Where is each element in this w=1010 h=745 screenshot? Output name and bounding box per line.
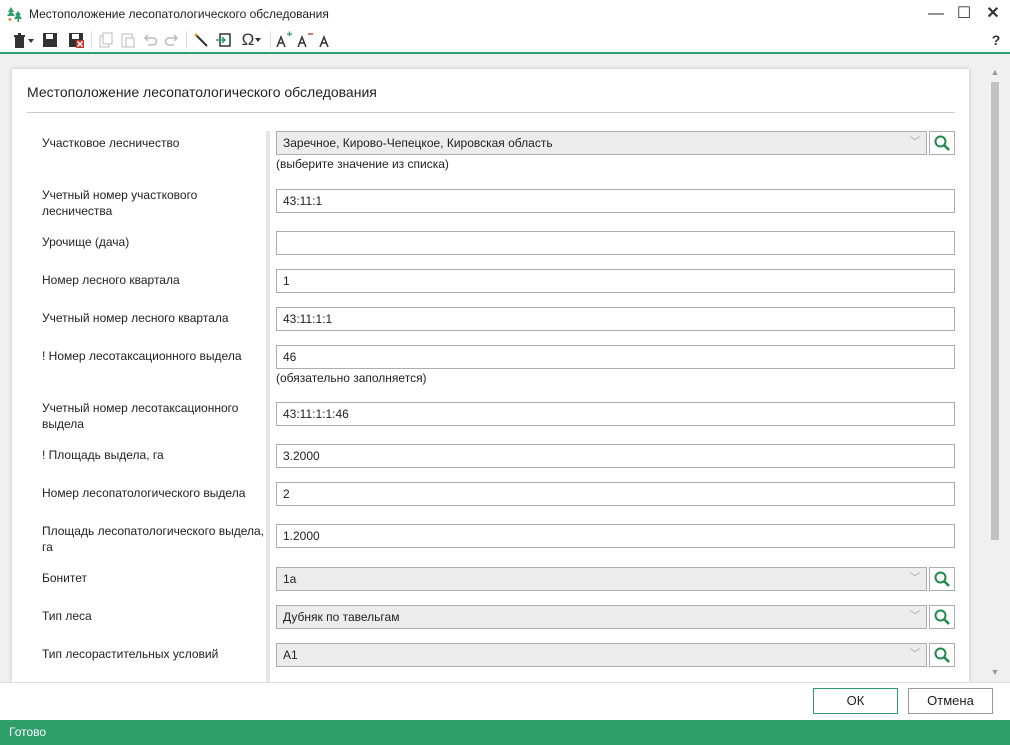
taxation-unit-number-hint: (обязательно заполняется)	[276, 371, 427, 385]
undo-button[interactable]	[140, 30, 160, 50]
font-increase-button[interactable]	[275, 30, 293, 50]
field-label-quarter-account-number: Учетный номер лесного квартала	[42, 311, 229, 325]
field-label-site-class: Бонитет	[42, 571, 88, 585]
taxation-unit-account-number-input[interactable]: 43:11:1:1:46	[276, 402, 955, 426]
app-tree-icon: ✦	[7, 7, 22, 23]
tract-input[interactable]	[276, 231, 955, 255]
save-button[interactable]	[40, 30, 60, 50]
save-close-icon	[69, 33, 84, 48]
maximize-button[interactable]: ☐	[953, 4, 975, 24]
paste-icon	[121, 33, 135, 48]
label-divider	[266, 131, 270, 682]
form-title: Местоположение лесопатологического обсле…	[27, 84, 377, 100]
search-icon	[934, 135, 950, 151]
field-label-district-forestry: Участковое лесничество	[42, 136, 180, 150]
field-label-growth-conditions: Тип лесорастительных условий	[42, 647, 219, 661]
quarter-account-number-input[interactable]: 43:11:1:1	[276, 307, 955, 331]
close-button[interactable]: ✕	[982, 4, 1004, 24]
pathology-unit-area-input[interactable]: 1.2000	[276, 524, 955, 548]
chevron-down-icon: ﹀	[910, 611, 920, 622]
omega-icon: Ω	[241, 30, 255, 49]
district-forestry-number-input[interactable]: 43:11:1	[276, 189, 955, 213]
content-area: Местоположение лесопатологического обсле…	[0, 54, 1010, 682]
font-increase-icon	[276, 31, 292, 48]
save-icon	[43, 33, 57, 47]
scroll-down-arrow-icon[interactable]: ▼	[990, 666, 1000, 678]
growth-conditions-combo[interactable]: А1 ﹀	[276, 643, 927, 667]
district-forestry-value: Заречное, Кирово-Чепецкое, Кировская обл…	[283, 136, 553, 150]
copy-button[interactable]	[96, 30, 116, 50]
copy-icon	[99, 32, 113, 48]
field-label-pathology-unit-number: Номер лесопатологического выдела	[42, 486, 246, 500]
delete-dropdown-button[interactable]	[10, 30, 36, 50]
undo-icon	[143, 34, 158, 46]
magic-wand-icon	[194, 33, 208, 47]
quarter-number-input[interactable]: 1	[276, 269, 955, 293]
title-bar: ✦ Местоположение лесопатологического обс…	[0, 0, 1010, 28]
paste-button[interactable]	[118, 30, 138, 50]
field-label-unit-area: ! Площадь выдела, га	[42, 448, 164, 462]
forest-type-combo[interactable]: Дубняк по тавельгам ﹀	[276, 605, 927, 629]
search-icon	[934, 647, 950, 663]
growth-conditions-search-button[interactable]	[929, 643, 955, 667]
field-label-district-forestry-number: Учетный номер участкового лесничества	[42, 188, 198, 218]
scrollbar-thumb[interactable]	[991, 82, 999, 540]
pathology-unit-number-input[interactable]: 2	[276, 482, 955, 506]
unit-area-input[interactable]: 3.2000	[276, 444, 955, 468]
site-class-value: 1а	[283, 572, 297, 586]
font-decrease-icon	[297, 33, 313, 48]
svg-text:✦: ✦	[7, 16, 13, 23]
magic-wand-button[interactable]	[191, 30, 211, 50]
field-label-pathology-unit-area: Площадь лесопатологического выдела, га	[42, 524, 265, 554]
district-forestry-search-button[interactable]	[929, 131, 955, 155]
forest-type-search-button[interactable]	[929, 605, 955, 629]
redo-icon	[164, 34, 179, 46]
window-title: Местоположение лесопатологического обсле…	[29, 7, 329, 21]
chevron-down-icon	[255, 38, 262, 42]
vertical-scrollbar[interactable]: ▲ ▼	[990, 66, 1000, 678]
cancel-button[interactable]: Отмена	[908, 688, 993, 714]
dialog-footer: ОК Отмена	[0, 682, 1010, 721]
help-button[interactable]: ?	[988, 30, 1004, 50]
field-label-taxation-unit-number: ! Номер лесотаксационного выдела	[42, 349, 242, 363]
search-icon	[934, 609, 950, 625]
status-text: Готово	[9, 725, 47, 739]
district-forestry-hint: (выберите значение из списка)	[276, 157, 449, 171]
field-label-taxation-unit-account-number: Учетный номер лесотаксационного выдела	[42, 401, 239, 431]
font-reset-button[interactable]	[317, 30, 333, 50]
save-close-button[interactable]	[66, 30, 86, 50]
import-icon	[216, 33, 231, 47]
scroll-up-arrow-icon[interactable]: ▲	[990, 66, 1000, 78]
ok-button[interactable]: ОК	[813, 688, 898, 714]
import-button[interactable]	[213, 30, 233, 50]
status-bar: Готово	[0, 720, 1010, 745]
growth-conditions-value: А1	[283, 648, 298, 662]
trash-icon	[14, 33, 34, 48]
divider	[27, 112, 955, 113]
site-class-search-button[interactable]	[929, 567, 955, 591]
special-symbols-button[interactable]: Ω	[238, 30, 266, 50]
chevron-down-icon: ﹀	[910, 573, 920, 584]
field-label-quarter-number: Номер лесного квартала	[42, 273, 180, 287]
taxation-unit-number-input[interactable]: 46	[276, 345, 955, 369]
forest-type-value: Дубняк по тавельгам	[283, 610, 400, 624]
field-label-tract: Урочище (дача)	[42, 235, 130, 249]
district-forestry-combo[interactable]: Заречное, Кирово-Чепецкое, Кировская обл…	[276, 131, 927, 155]
search-icon	[934, 571, 950, 587]
chevron-down-icon: ﹀	[910, 137, 920, 148]
field-label-forest-type: Тип леса	[42, 609, 92, 623]
toolbar: Ω ?	[0, 28, 1010, 54]
font-decrease-button[interactable]	[296, 30, 314, 50]
site-class-combo[interactable]: 1а ﹀	[276, 567, 927, 591]
chevron-down-icon: ﹀	[910, 649, 920, 660]
minimize-button[interactable]: —	[925, 4, 947, 24]
form-card: Местоположение лесопатологического обсле…	[12, 69, 969, 682]
redo-button[interactable]	[162, 30, 182, 50]
font-default-icon	[319, 34, 329, 48]
